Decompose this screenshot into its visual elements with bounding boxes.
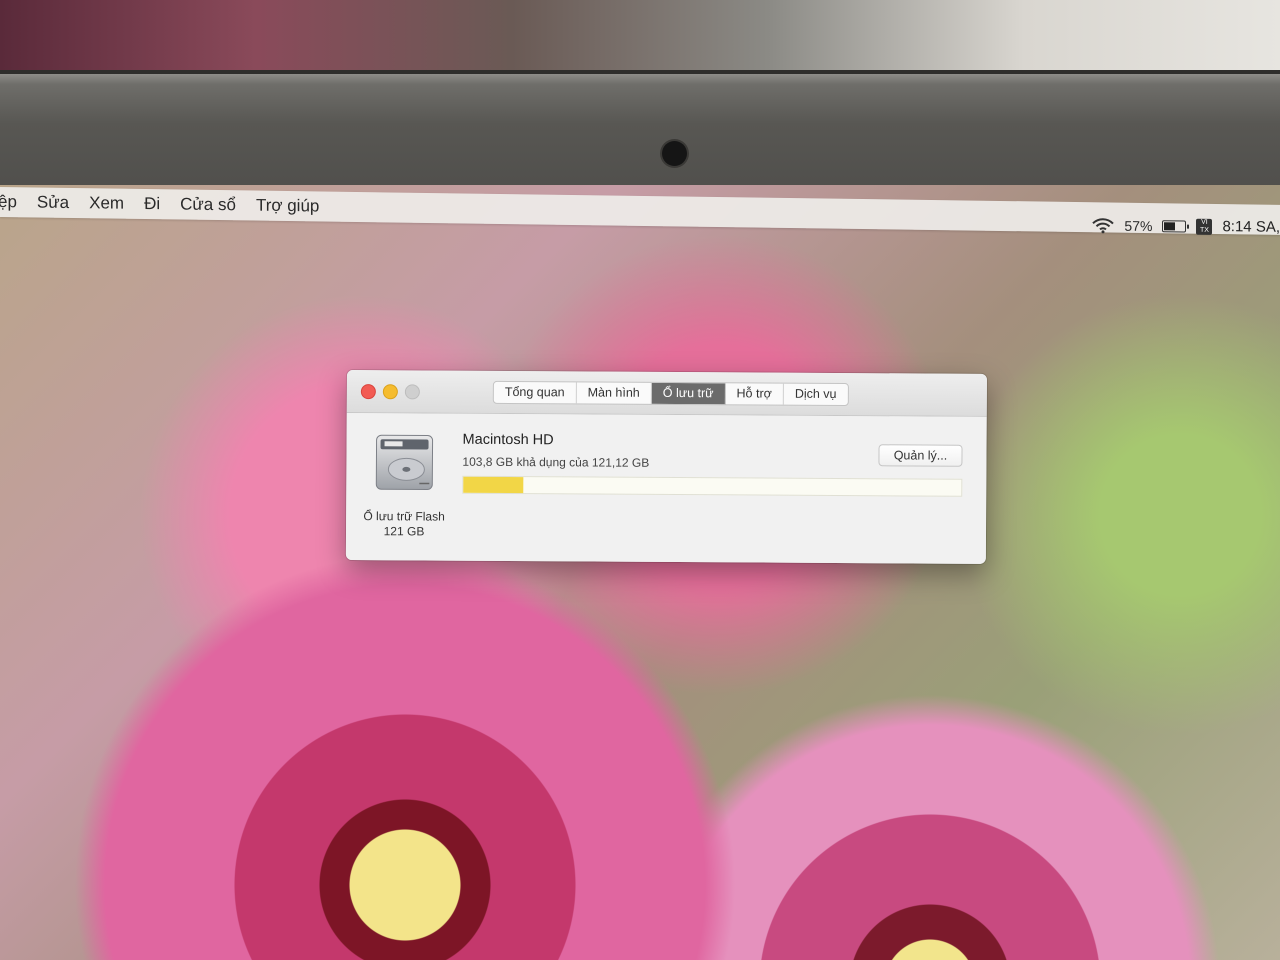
battery-icon[interactable]: [1162, 219, 1187, 233]
minimize-button[interactable]: [382, 384, 398, 400]
menu-item-tep[interactable]: ệp: [0, 191, 27, 214]
menu-item-go[interactable]: Đi: [134, 193, 170, 216]
battery-fill: [1164, 221, 1176, 230]
disk-caption: Ổ lưu trữ Flash 121 GB: [354, 509, 454, 540]
disk-name: Macintosh HD: [462, 431, 554, 449]
hard-drive-icon: [374, 431, 434, 493]
storage-usage-bar: [462, 475, 963, 497]
tab-storage[interactable]: Ổ lưu trữ: [651, 382, 726, 405]
about-this-mac-window: Tổng quan Màn hình Ổ lưu trữ Hỗ trợ Dịch…: [345, 370, 987, 564]
webcam: [662, 141, 687, 166]
tab-displays[interactable]: Màn hình: [576, 382, 652, 404]
tab-overview[interactable]: Tổng quan: [493, 381, 577, 404]
storage-usage-fill: [463, 476, 524, 494]
battery-percent[interactable]: 57%: [1124, 217, 1152, 233]
disk-type: Ổ lưu trữ Flash: [363, 509, 445, 524]
close-button[interactable]: [360, 384, 376, 400]
manage-button[interactable]: Quản lý...: [878, 444, 963, 467]
laptop-bezel: [0, 70, 1280, 199]
tab-bar: Tổng quan Màn hình Ổ lưu trữ Hỗ trợ Dịch…: [492, 380, 849, 407]
menu-items: ệp Sửa Xem Đi Cửa sổ Trợ giúp: [0, 191, 329, 218]
menu-clock[interactable]: 8:14 SA,: [1222, 218, 1280, 236]
disk-usage-text: 103,8 GB khả dụng của 121,12 GB: [462, 454, 650, 470]
menu-item-window[interactable]: Cửa sổ: [170, 193, 246, 216]
storage-panel: Ổ lưu trữ Flash 121 GB Macintosh HD 103,…: [345, 412, 987, 564]
vietnamese-input-icon[interactable]: VI TX: [1196, 218, 1213, 235]
menu-item-help[interactable]: Trợ giúp: [246, 194, 329, 217]
tab-service[interactable]: Dịch vụ: [784, 384, 848, 405]
disk-capacity: 121 GB: [383, 524, 425, 539]
menu-item-edit[interactable]: Sửa: [27, 191, 79, 214]
tab-support[interactable]: Hỗ trợ: [725, 383, 784, 405]
zoom-button[interactable]: [404, 384, 420, 400]
background-room: [0, 0, 1280, 80]
wifi-icon[interactable]: [1092, 217, 1115, 233]
status-area: 57% VI TX 8:14 SA,: [1092, 216, 1280, 236]
window-titlebar: Tổng quan Màn hình Ổ lưu trữ Hỗ trợ Dịch…: [346, 370, 987, 417]
menu-item-view[interactable]: Xem: [79, 192, 134, 215]
desktop-wallpaper: [0, 185, 1280, 960]
